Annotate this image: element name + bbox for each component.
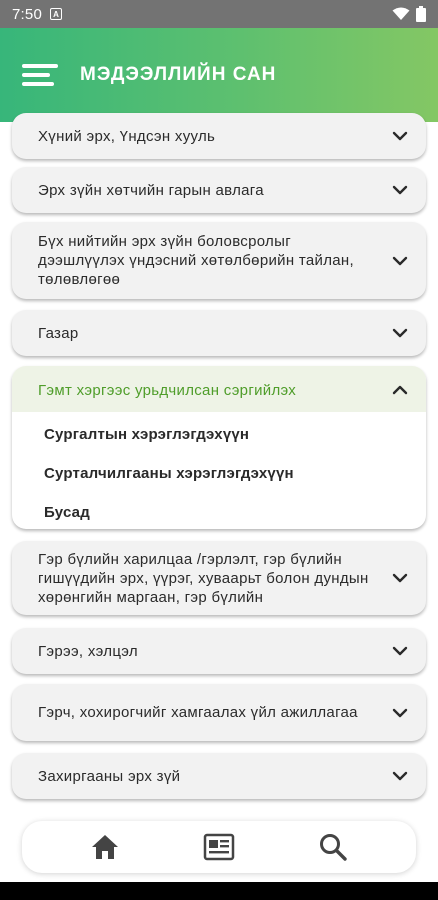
category-title: Гэр бүлийн харилцаа /гэрлэлт, гэр бүлийн… xyxy=(38,550,369,606)
search-icon xyxy=(320,834,347,861)
category-card[interactable]: Гэр бүлийн харилцаа /гэрлэлт, гэр бүлийн… xyxy=(12,541,426,615)
chevron-down-icon xyxy=(392,771,408,781)
bottom-navigation xyxy=(22,821,416,873)
category-title: Хүний эрх, Үндсэн хууль xyxy=(38,127,216,145)
status-time: 7:50 xyxy=(12,5,42,23)
news-button[interactable] xyxy=(199,827,239,867)
battery-icon xyxy=(416,6,426,22)
category-header[interactable]: Гэмт хэргээс урьдчилсан сэргийлэх xyxy=(12,366,426,412)
chevron-down-icon xyxy=(392,256,408,265)
category-title: Газар xyxy=(38,324,79,342)
category-header[interactable]: Бүх нийтийн эрх зүйн боловсролыг дээшлүү… xyxy=(12,222,426,299)
status-bar: 7:50 A xyxy=(0,0,438,28)
category-card[interactable]: Эрх зүйн хөтчийн гарын авлага xyxy=(12,167,426,213)
category-title: Бүх нийтийн эрх зүйн боловсролыг дээшлүү… xyxy=(38,233,354,288)
category-header[interactable]: Эрх зүйн хөтчийн гарын авлага xyxy=(12,167,426,213)
category-card[interactable]: Бүх нийтийн эрх зүйн боловсролыг дээшлүү… xyxy=(12,222,426,299)
category-card-expanded[interactable]: Гэмт хэргээс урьдчилсан сэргийлэх Сургал… xyxy=(12,366,426,529)
chevron-down-icon xyxy=(392,646,408,656)
category-header[interactable]: Захиргааны эрх зүй xyxy=(12,753,426,799)
category-header[interactable]: Гэр бүлийн харилцаа /гэрлэлт, гэр бүлийн… xyxy=(12,541,426,615)
category-title: Гэрээ, хэлцэл xyxy=(38,642,138,660)
chevron-down-icon xyxy=(392,131,408,141)
category-title: Захиргааны эрх зүй xyxy=(38,767,181,785)
chevron-up-icon xyxy=(392,385,408,395)
page-title: МЭДЭЭЛЛИЙН САН xyxy=(80,64,277,85)
category-title: Эрх зүйн хөтчийн гарын авлага xyxy=(38,181,264,199)
category-header[interactable]: Хүний эрх, Үндсэн хууль xyxy=(12,113,426,159)
a-notification-icon: A xyxy=(50,8,62,20)
subcategory-item[interactable]: Сурталчилгааны хэрэглэгдэхүүн xyxy=(12,454,426,493)
status-icons xyxy=(392,6,426,22)
category-header[interactable]: Гэрч, хохирогчийг хамгаалах үйл ажиллага… xyxy=(12,684,426,741)
chevron-down-icon xyxy=(392,185,408,195)
chevron-down-icon xyxy=(392,708,408,717)
hamburger-menu-icon[interactable] xyxy=(22,60,58,90)
wifi-icon xyxy=(392,7,410,20)
category-card[interactable]: Захиргааны эрх зүй xyxy=(12,753,426,799)
category-card[interactable]: Газар xyxy=(12,310,426,356)
category-header[interactable]: Газар xyxy=(12,310,426,356)
subcategory-item[interactable]: Сургалтын хэрэглэгдэхүүн xyxy=(12,415,426,454)
home-icon xyxy=(92,835,118,859)
category-title: Гэрч, хохирогчийг хамгаалах үйл ажиллага… xyxy=(38,704,358,721)
search-button[interactable] xyxy=(313,827,353,867)
system-navigation-bar xyxy=(0,882,438,900)
category-title: Гэмт хэргээс урьдчилсан сэргийлэх xyxy=(38,381,297,399)
category-card[interactable]: Гэрээ, хэлцэл xyxy=(12,628,426,674)
category-header[interactable]: Гэрээ, хэлцэл xyxy=(12,628,426,674)
category-list: Хүний эрх, Үндсэн хууль Эрх зүйн хөтчийн… xyxy=(0,108,438,820)
subcategory-item[interactable]: Бусад xyxy=(12,493,426,532)
home-button[interactable] xyxy=(85,827,125,867)
chevron-down-icon xyxy=(392,328,408,338)
category-card[interactable]: Гэрч, хохирогчийг хамгаалах үйл ажиллага… xyxy=(12,684,426,741)
category-card[interactable]: Хүний эрх, Үндсэн хууль xyxy=(12,113,426,159)
chevron-down-icon xyxy=(392,573,408,583)
news-icon xyxy=(203,833,235,861)
